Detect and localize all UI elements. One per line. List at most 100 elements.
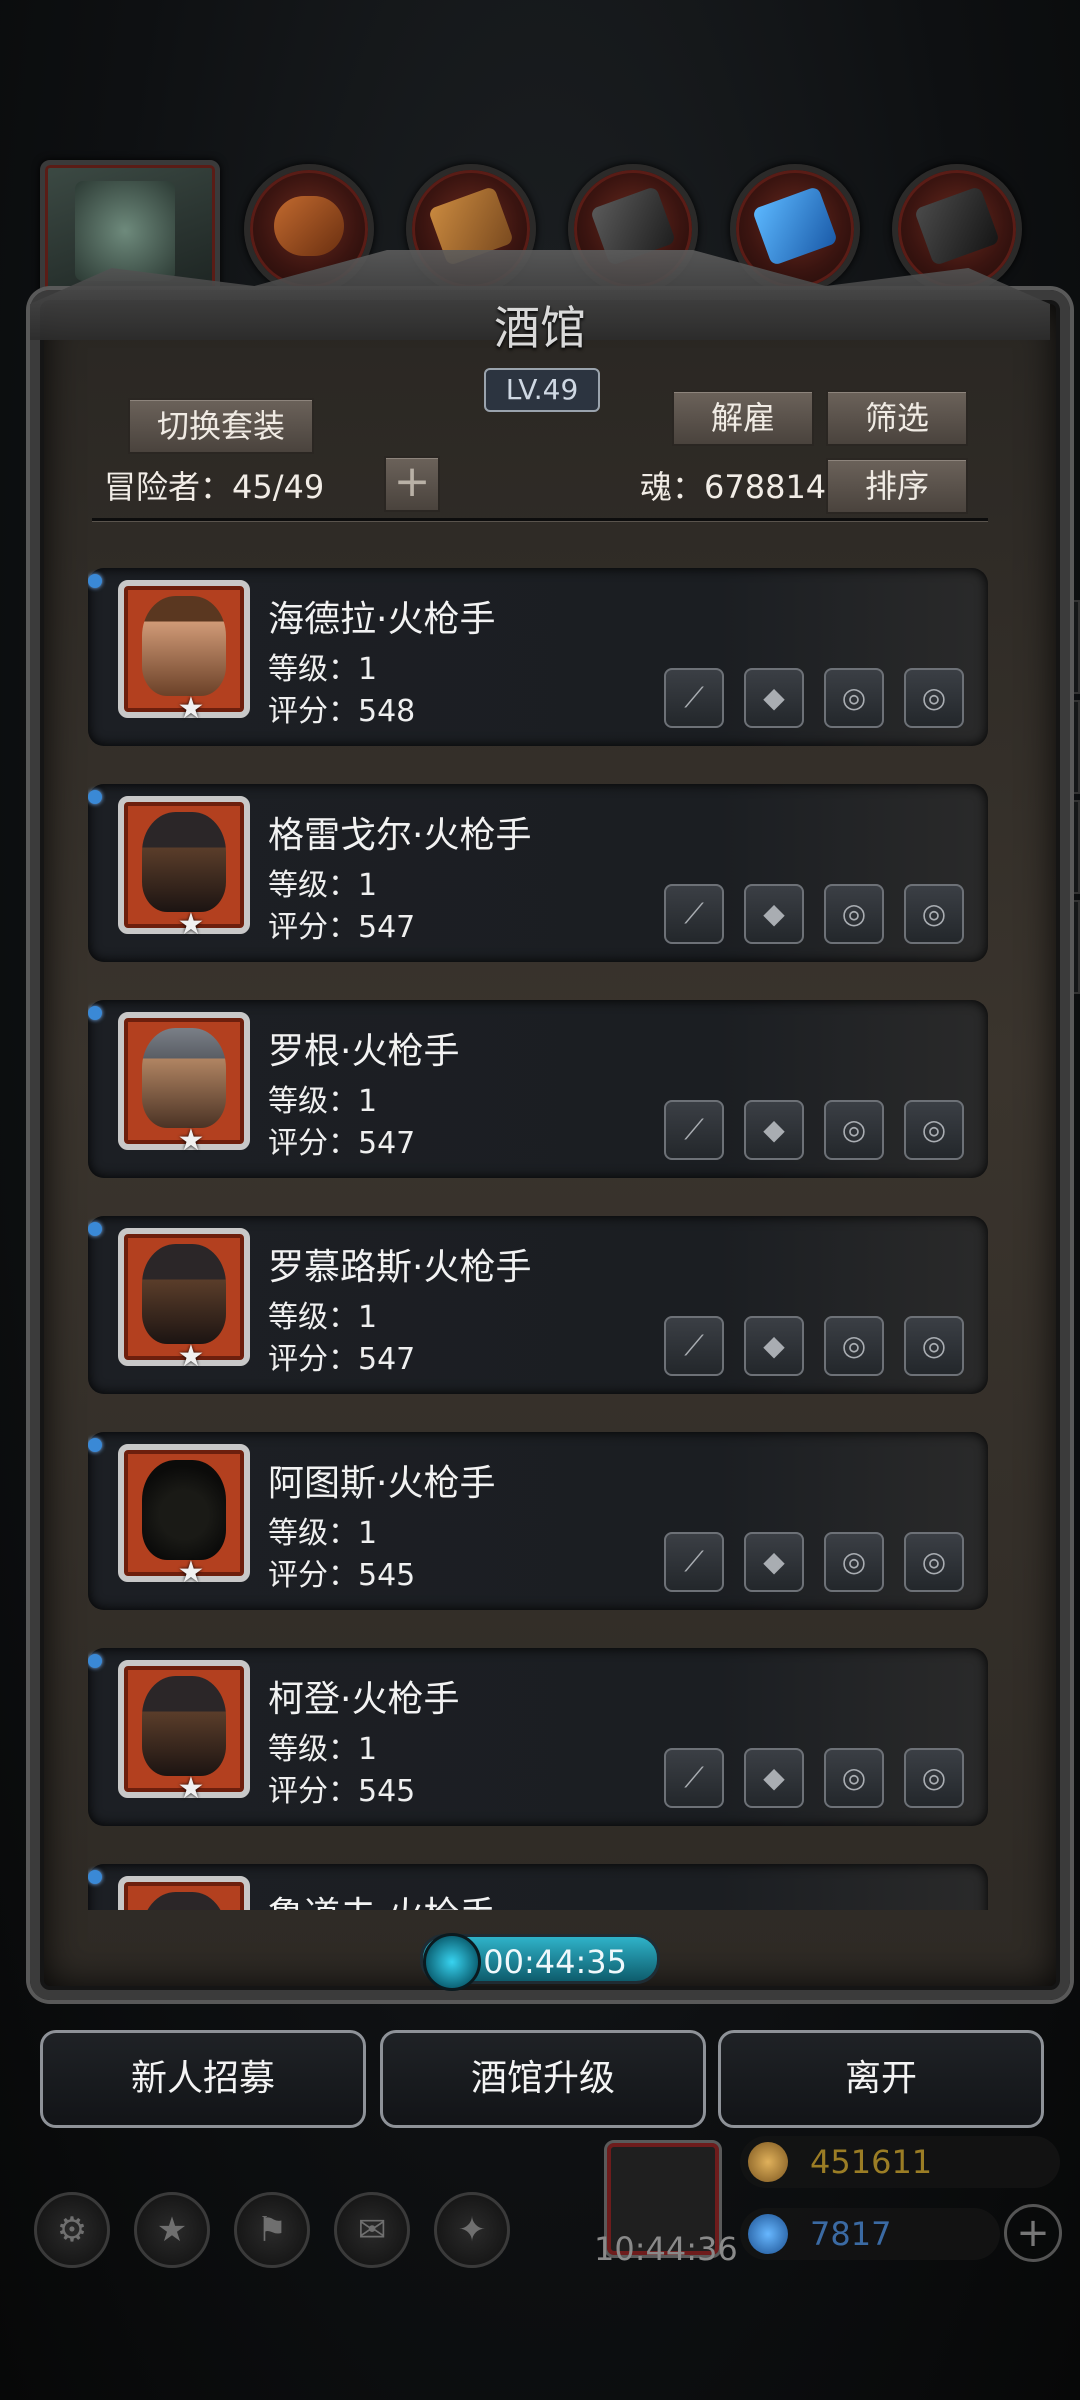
crystal-icon — [751, 185, 839, 267]
star-rank-icon: ★ — [177, 691, 205, 726]
guild-banner-icon[interactable]: ⚑ — [234, 2192, 310, 2268]
hero-card[interactable]: ★ 罗根·火枪手等级：1 评分：547 ⟋ ◆ ◎ ◎ — [88, 1000, 988, 1178]
star-rank-icon: ★ — [177, 1555, 205, 1590]
hero-portrait[interactable]: ★ — [118, 1876, 250, 1910]
hero-level: 等级：1 — [268, 652, 378, 687]
armor-slot-icon[interactable]: ◆ — [744, 1748, 804, 1808]
achievement-star-icon[interactable]: ★ — [134, 2192, 210, 2268]
hero-card[interactable]: ★ 罗慕路斯·火枪手 等级：1 评分：547 ⟋ ◆ ◎ ◎ — [88, 1216, 988, 1394]
ring-slot-icon[interactable]: ◎ — [824, 884, 884, 944]
tavern-upgrade-button[interactable]: 酒馆升级 — [380, 2030, 706, 2128]
switch-outfit-button[interactable]: 切换套装 — [128, 398, 314, 454]
filter-button[interactable]: 筛选 — [826, 390, 968, 446]
adventurer-count: 冒险者：45/49 — [104, 468, 325, 506]
armor-slot-icon[interactable]: ◆ — [744, 884, 804, 944]
ring-slot-icon[interactable]: ◎ — [904, 1316, 964, 1376]
hero-score: 评分：547 — [268, 910, 416, 945]
recruit-button[interactable]: 新人招募 — [40, 2030, 366, 2128]
ring-slot-icon[interactable]: ◎ — [824, 668, 884, 728]
gold-counter: 451611 — [740, 2136, 1060, 2188]
new-indicator-icon — [88, 1870, 102, 1884]
hero-face-icon — [142, 1892, 226, 1910]
armor-slot-icon[interactable]: ◆ — [744, 1532, 804, 1592]
plus-icon: + — [393, 456, 431, 507]
gift-timer: 10:44:36 — [594, 2230, 738, 2268]
hero-face-icon — [142, 1676, 226, 1776]
new-indicator-icon — [88, 574, 102, 588]
map-icon[interactable]: ✦ — [434, 2192, 510, 2268]
hero-card[interactable]: ★ 柯登·火枪手 等级：1 评分：545 ⟋ ◆ ◎ ◎ — [88, 1648, 988, 1826]
gold-coin-icon — [748, 2142, 788, 2182]
hero-name: 鲁道夫·火枪手 — [268, 1886, 495, 1910]
hero-card[interactable]: ★ 格雷戈尔·火枪手等级：1 评分：547 ⟋ ◆ ◎ ◎ — [88, 784, 988, 962]
tavern-level-badge: LV.49 — [484, 368, 600, 412]
hero-name: 格雷戈尔·火枪手 — [268, 815, 532, 856]
hero-portrait[interactable]: ★ — [118, 796, 250, 940]
ring-slot-icon[interactable]: ◎ — [904, 1532, 964, 1592]
hero-list[interactable]: ★ 海德拉·火枪手 等级：1 评分：548 ⟋ ◆ ◎ ◎ ★ 格雷戈尔·火枪手 等级：1 评分：54… — [88, 568, 988, 1910]
armor-slot-icon[interactable]: ◆ — [744, 1100, 804, 1160]
refresh-timer: 00:44:35 — [420, 1933, 660, 1991]
timer-text: 00:44:35 — [483, 1943, 627, 1981]
gem-icon — [748, 2214, 788, 2254]
gloves-icon — [274, 196, 344, 256]
hero-card[interactable]: ★ 阿图斯·火枪手 等级：1 评分：545 ⟋ ◆ ◎ ◎ — [88, 1432, 988, 1610]
armor-slot-icon[interactable]: ◆ — [744, 668, 804, 728]
hero-card[interactable]: ★鲁道夫·火枪手⟋◆◎◎ — [88, 1864, 988, 1910]
settings-gear-icon[interactable]: ⚙ — [34, 2192, 110, 2268]
hero-score: 评分：545 — [268, 1774, 416, 1809]
hero-portrait[interactable]: ★ — [118, 580, 250, 724]
add-gems-button[interactable]: + — [1004, 2204, 1062, 2262]
mail-icon[interactable]: ✉ — [334, 2192, 410, 2268]
dismiss-button[interactable]: 解雇 — [672, 390, 814, 446]
leave-button[interactable]: 离开 — [718, 2030, 1044, 2128]
ore-icon — [913, 185, 1001, 267]
ring-slot-icon[interactable]: ◎ — [824, 1316, 884, 1376]
hero-name: 海德拉·火枪手 — [268, 599, 496, 640]
panel-title: 酒馆 — [494, 301, 586, 355]
hero-portrait[interactable]: ★ — [118, 1228, 250, 1372]
new-indicator-icon — [88, 1222, 102, 1236]
star-rank-icon: ★ — [177, 1771, 205, 1806]
weapon-slot-icon[interactable]: ⟋ — [664, 1532, 724, 1592]
star-rank-icon: ★ — [177, 1123, 205, 1158]
ring-slot-icon[interactable]: ◎ — [904, 668, 964, 728]
hero-name: 罗慕路斯·火枪手 — [268, 1247, 532, 1288]
hero-card[interactable]: ★ 海德拉·火枪手等级：1 评分：548 ⟋ ◆ ◎ ◎ — [88, 568, 988, 746]
new-indicator-icon — [88, 790, 102, 804]
star-rank-icon: ★ — [177, 1339, 205, 1374]
ring-slot-icon[interactable]: ◎ — [904, 1100, 964, 1160]
hero-face-icon — [142, 1244, 226, 1344]
hero-portrait[interactable]: ★ — [118, 1660, 250, 1804]
new-indicator-icon — [88, 1654, 102, 1668]
sort-button[interactable]: 排序 — [826, 458, 968, 514]
ring-slot-icon[interactable]: ◎ — [904, 1748, 964, 1808]
hero-level: 等级：1 — [268, 868, 378, 903]
hero-face-icon — [142, 596, 226, 696]
hero-score: 评分：547 — [268, 1126, 416, 1161]
divider — [92, 518, 988, 521]
hero-face-icon — [142, 812, 226, 912]
hero-portrait-icon — [75, 181, 175, 281]
weapon-slot-icon[interactable]: ⟋ — [664, 1748, 724, 1808]
armor-slot-icon[interactable]: ◆ — [744, 1316, 804, 1376]
weapon-slot-icon[interactable]: ⟋ — [664, 884, 724, 944]
ring-slot-icon[interactable]: ◎ — [824, 1532, 884, 1592]
weapon-slot-icon[interactable]: ⟋ — [664, 1316, 724, 1376]
hero-level: 等级：1 — [268, 1732, 378, 1767]
gem-counter: 7817 — [740, 2208, 1000, 2260]
hero-portrait[interactable]: ★ — [118, 1444, 250, 1588]
hero-portrait[interactable]: ★ — [118, 1012, 250, 1156]
hero-level: 等级：1 — [268, 1084, 378, 1119]
ring-slot-icon[interactable]: ◎ — [824, 1100, 884, 1160]
ring-slot-icon[interactable]: ◎ — [904, 884, 964, 944]
new-indicator-icon — [88, 1438, 102, 1452]
weapon-slot-icon[interactable]: ⟋ — [664, 1100, 724, 1160]
hero-name: 罗根·火枪手 — [268, 1031, 460, 1072]
weapon-slot-icon[interactable]: ⟋ — [664, 668, 724, 728]
hero-score: 评分：548 — [268, 694, 416, 729]
hero-face-icon — [142, 1028, 226, 1128]
add-slot-button[interactable]: + — [384, 456, 440, 512]
ring-slot-icon[interactable]: ◎ — [824, 1748, 884, 1808]
soul-count: 魂：678814 — [640, 468, 827, 506]
